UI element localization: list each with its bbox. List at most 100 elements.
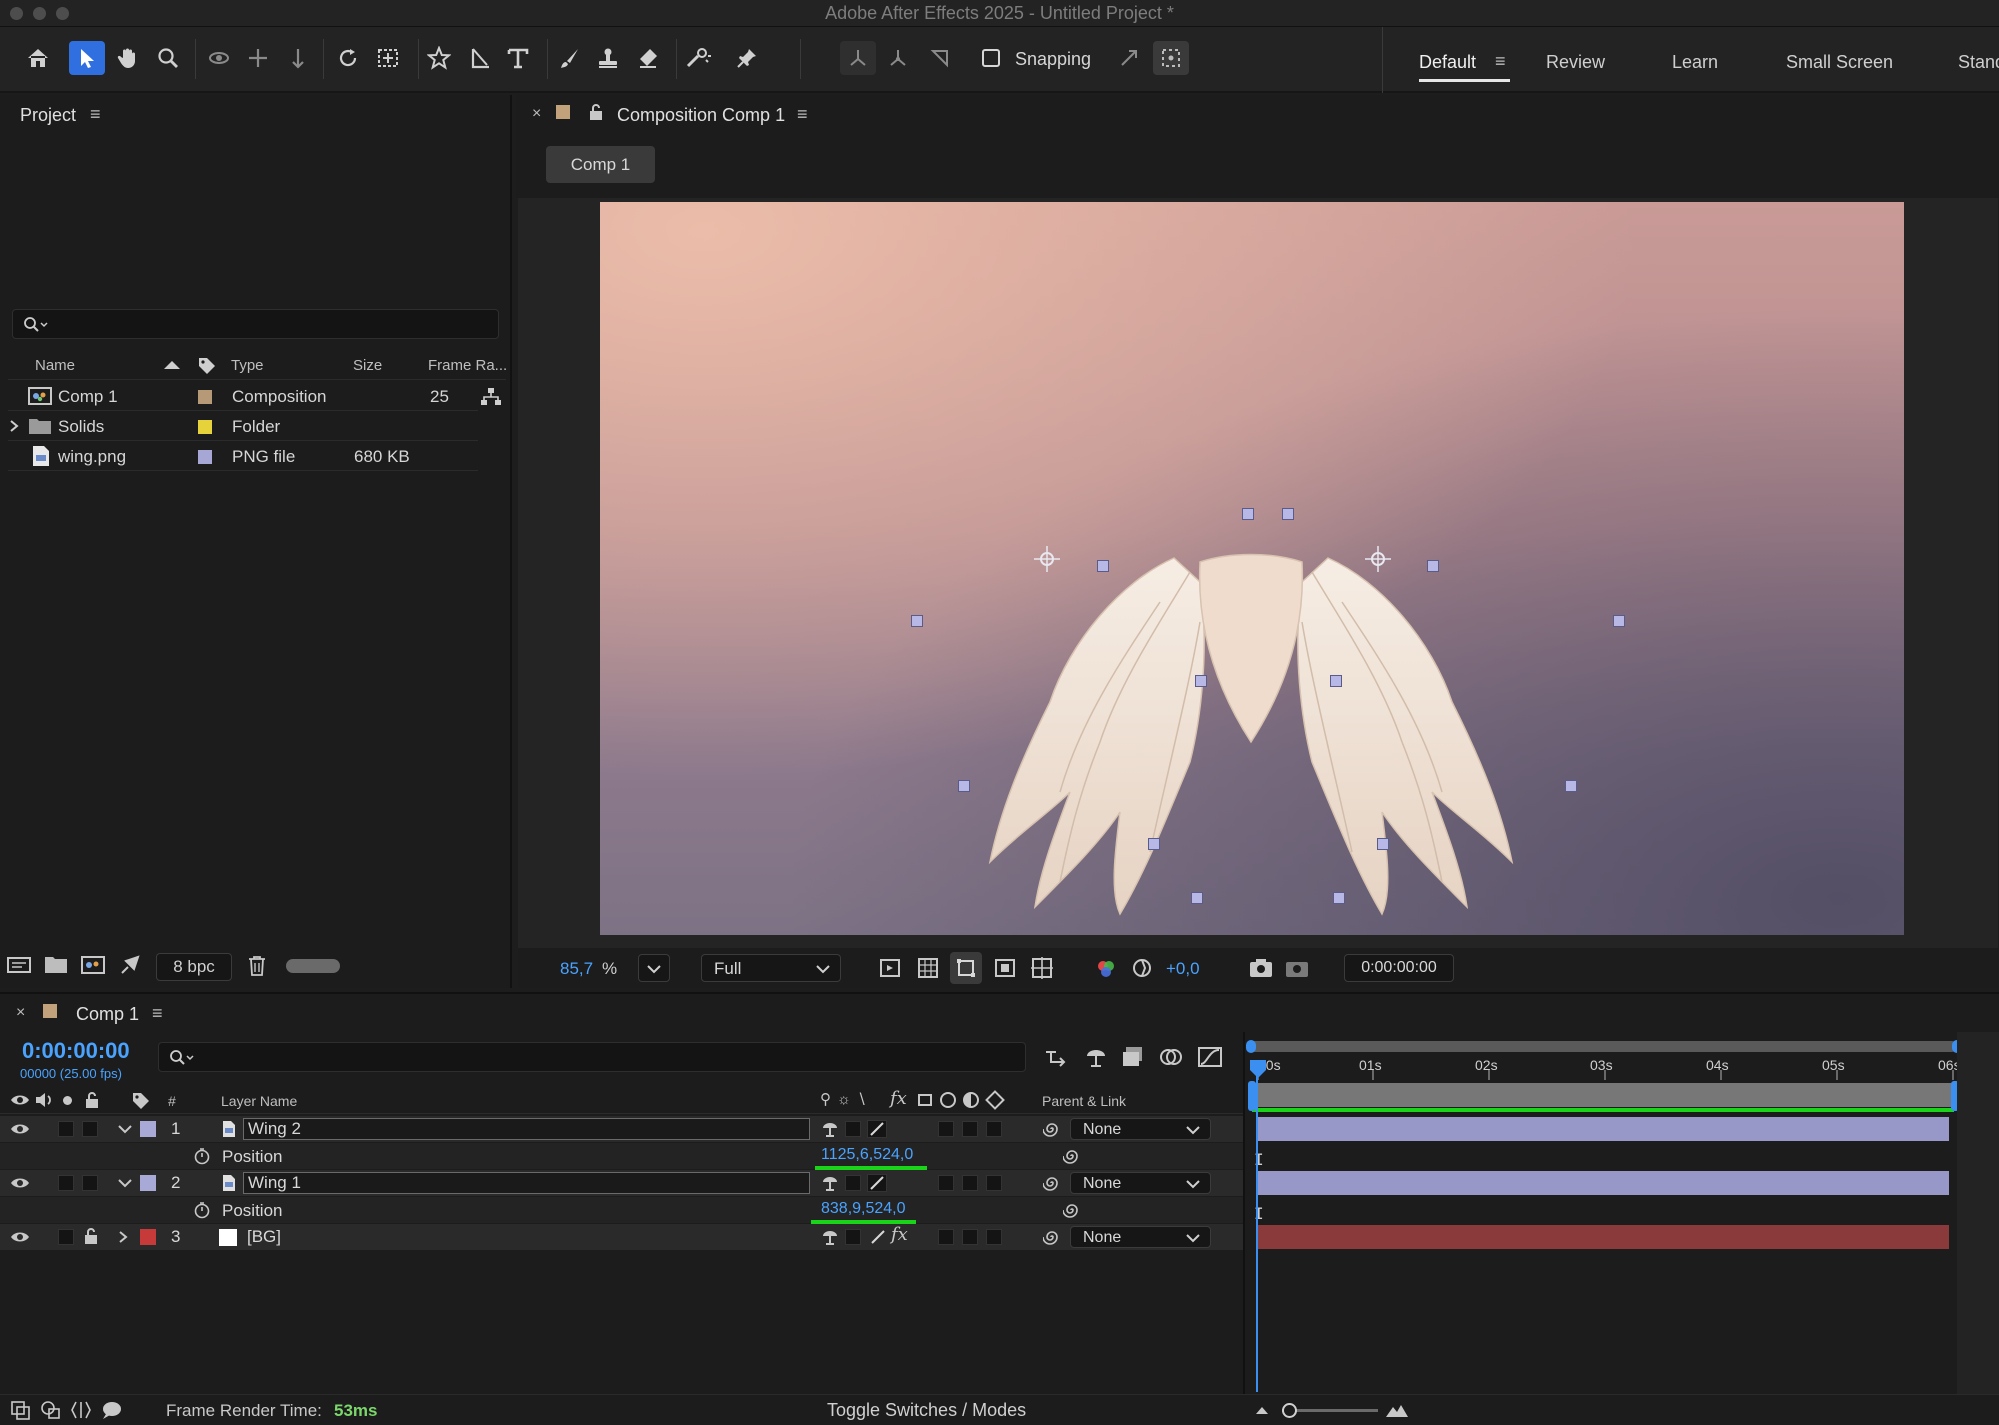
brush-tool-icon[interactable] — [552, 41, 588, 75]
layer-handle[interactable] — [1333, 892, 1345, 904]
close-tab-icon[interactable]: × — [532, 105, 541, 123]
layer-handle[interactable] — [1282, 508, 1294, 520]
frame-blend-switch[interactable] — [938, 1121, 954, 1137]
clone-stamp-icon[interactable] — [590, 41, 626, 75]
eraser-tool-icon[interactable] — [630, 41, 666, 75]
timeline-tab-label[interactable]: Comp 1 — [76, 1004, 139, 1025]
layer-handle[interactable] — [1242, 508, 1254, 520]
chevron-down-icon[interactable] — [118, 1124, 132, 1134]
project-item-wing-png[interactable]: wing.png PNG file 680 KB — [8, 442, 478, 471]
comp-breadcrumb[interactable]: Comp 1 — [546, 146, 655, 183]
lock-icon[interactable] — [83, 1227, 99, 1245]
workspace-default[interactable]: Default — [1419, 52, 1476, 73]
motion-blur-icon[interactable] — [1158, 1045, 1184, 1069]
dolly-camera-icon[interactable] — [280, 41, 316, 75]
in-out-toggle-icon[interactable] — [70, 1400, 92, 1420]
quality-slash-icon[interactable] — [869, 1228, 887, 1246]
snap-features-icon[interactable] — [1153, 41, 1189, 75]
zoom-in-icon[interactable] — [1384, 1401, 1410, 1419]
transfer-controls-toggle-icon[interactable] — [40, 1400, 62, 1420]
resolution-dropdown[interactable]: Full — [701, 954, 841, 982]
orbit-camera-icon[interactable] — [201, 41, 237, 75]
lock-icon[interactable] — [588, 103, 604, 121]
frame-blend-switch[interactable] — [938, 1175, 954, 1191]
hand-tool-icon[interactable] — [110, 41, 146, 75]
workspace-learn[interactable]: Learn — [1672, 52, 1718, 73]
motion-blur-switch[interactable] — [962, 1121, 978, 1137]
zoom-dropdown[interactable] — [638, 954, 670, 982]
layer-handle[interactable] — [1191, 892, 1203, 904]
selection-tool-icon[interactable] — [69, 41, 105, 75]
label-color-swatch[interactable] — [198, 420, 212, 434]
layer-handle[interactable] — [911, 615, 923, 627]
graph-editor-icon[interactable] — [1197, 1044, 1223, 1070]
workspace-small-screen[interactable]: Small Screen — [1786, 52, 1893, 73]
pen-tool-icon[interactable] — [462, 41, 498, 75]
position-value[interactable]: 838,9,524,0 — [821, 1200, 906, 1218]
column-type[interactable]: Type — [231, 357, 264, 374]
parent-dropdown[interactable]: None — [1070, 1118, 1211, 1140]
sort-ascending-icon[interactable] — [162, 359, 182, 371]
composition-tab-label[interactable]: Composition Comp 1 — [617, 105, 785, 126]
stopwatch-icon[interactable] — [193, 1147, 211, 1165]
work-area-bar[interactable] — [1250, 1041, 1957, 1052]
pick-whip-icon[interactable] — [1043, 1174, 1061, 1192]
fx-switch-icon[interactable]: fx — [891, 1224, 908, 1245]
layer-label-swatch[interactable] — [140, 1121, 156, 1137]
snapping-checkbox[interactable] — [982, 49, 1000, 67]
expression-pick-whip-icon[interactable] — [1063, 1147, 1081, 1165]
expression-pick-whip-icon[interactable] — [1063, 1201, 1081, 1219]
anchor-point-icon[interactable] — [1365, 546, 1391, 572]
interpret-footage-icon[interactable] — [6, 954, 32, 976]
layer-bar-wing2[interactable] — [1256, 1117, 1949, 1141]
anchor-point-icon[interactable] — [1034, 546, 1060, 572]
new-composition-icon[interactable] — [80, 954, 106, 976]
motion-blur-switch[interactable] — [962, 1175, 978, 1191]
timeline-panel-menu-icon[interactable]: ≡ — [152, 1003, 163, 1024]
stopwatch-icon[interactable] — [193, 1201, 211, 1219]
close-tab-icon[interactable]: × — [16, 1004, 25, 1022]
project-search-input[interactable] — [12, 309, 499, 339]
pan-behind-icon[interactable] — [370, 41, 406, 75]
3d-layer-switch[interactable] — [986, 1121, 1002, 1137]
thumbnail-size-slider[interactable] — [286, 959, 340, 973]
pick-whip-icon[interactable] — [1043, 1228, 1061, 1246]
column-layer-name[interactable]: Layer Name — [221, 1093, 297, 1109]
color-channels-icon[interactable] — [1094, 957, 1118, 981]
layer-name[interactable]: Wing 1 — [243, 1172, 810, 1194]
collapse-switch[interactable] — [845, 1121, 861, 1137]
home-icon[interactable] — [20, 41, 56, 75]
show-snapshot-icon[interactable] — [1284, 956, 1310, 980]
transparency-grid-icon[interactable] — [916, 956, 940, 980]
layer-handle[interactable] — [1565, 780, 1577, 792]
layer-handle[interactable] — [1148, 838, 1160, 850]
eye-icon[interactable] — [10, 1175, 30, 1191]
solo-toggle[interactable] — [58, 1229, 74, 1245]
lock-toggle[interactable] — [82, 1121, 98, 1137]
position-value[interactable]: 1125,6,524,0 — [821, 1146, 913, 1164]
layer-label-swatch[interactable] — [140, 1175, 156, 1191]
fast-previews-icon[interactable] — [878, 956, 902, 980]
workspace-standard[interactable]: Stand — [1958, 52, 1999, 73]
project-panel-menu-icon[interactable]: ≡ — [90, 104, 101, 125]
rotate-tool-icon[interactable] — [330, 41, 366, 75]
chevron-right-icon[interactable] — [8, 419, 20, 433]
snapshot-camera-icon[interactable] — [1248, 956, 1274, 980]
workspace-review[interactable]: Review — [1546, 52, 1605, 73]
layer-handle[interactable] — [1330, 675, 1342, 687]
project-item-comp1[interactable]: Comp 1 Composition 25 — [8, 382, 501, 411]
lock-toggle[interactable] — [82, 1175, 98, 1191]
composition-canvas[interactable] — [600, 202, 1904, 935]
world-axis-icon[interactable] — [880, 41, 916, 75]
toggle-switches-modes-button[interactable]: Toggle Switches / Modes — [827, 1400, 1026, 1421]
trash-icon[interactable] — [247, 955, 267, 977]
composition-panel-menu-icon[interactable]: ≡ — [797, 104, 808, 125]
quality-switch[interactable] — [867, 1174, 887, 1192]
viewer-timecode[interactable]: 0:00:00:00 — [1344, 954, 1454, 982]
current-time-indicator[interactable] — [1256, 1076, 1258, 1392]
playhead-icon[interactable] — [1248, 1058, 1268, 1080]
layer-handle[interactable] — [1377, 838, 1389, 850]
layer-handle[interactable] — [958, 780, 970, 792]
roto-brush-icon[interactable] — [680, 41, 716, 75]
render-time-toggle-icon[interactable] — [100, 1400, 124, 1420]
